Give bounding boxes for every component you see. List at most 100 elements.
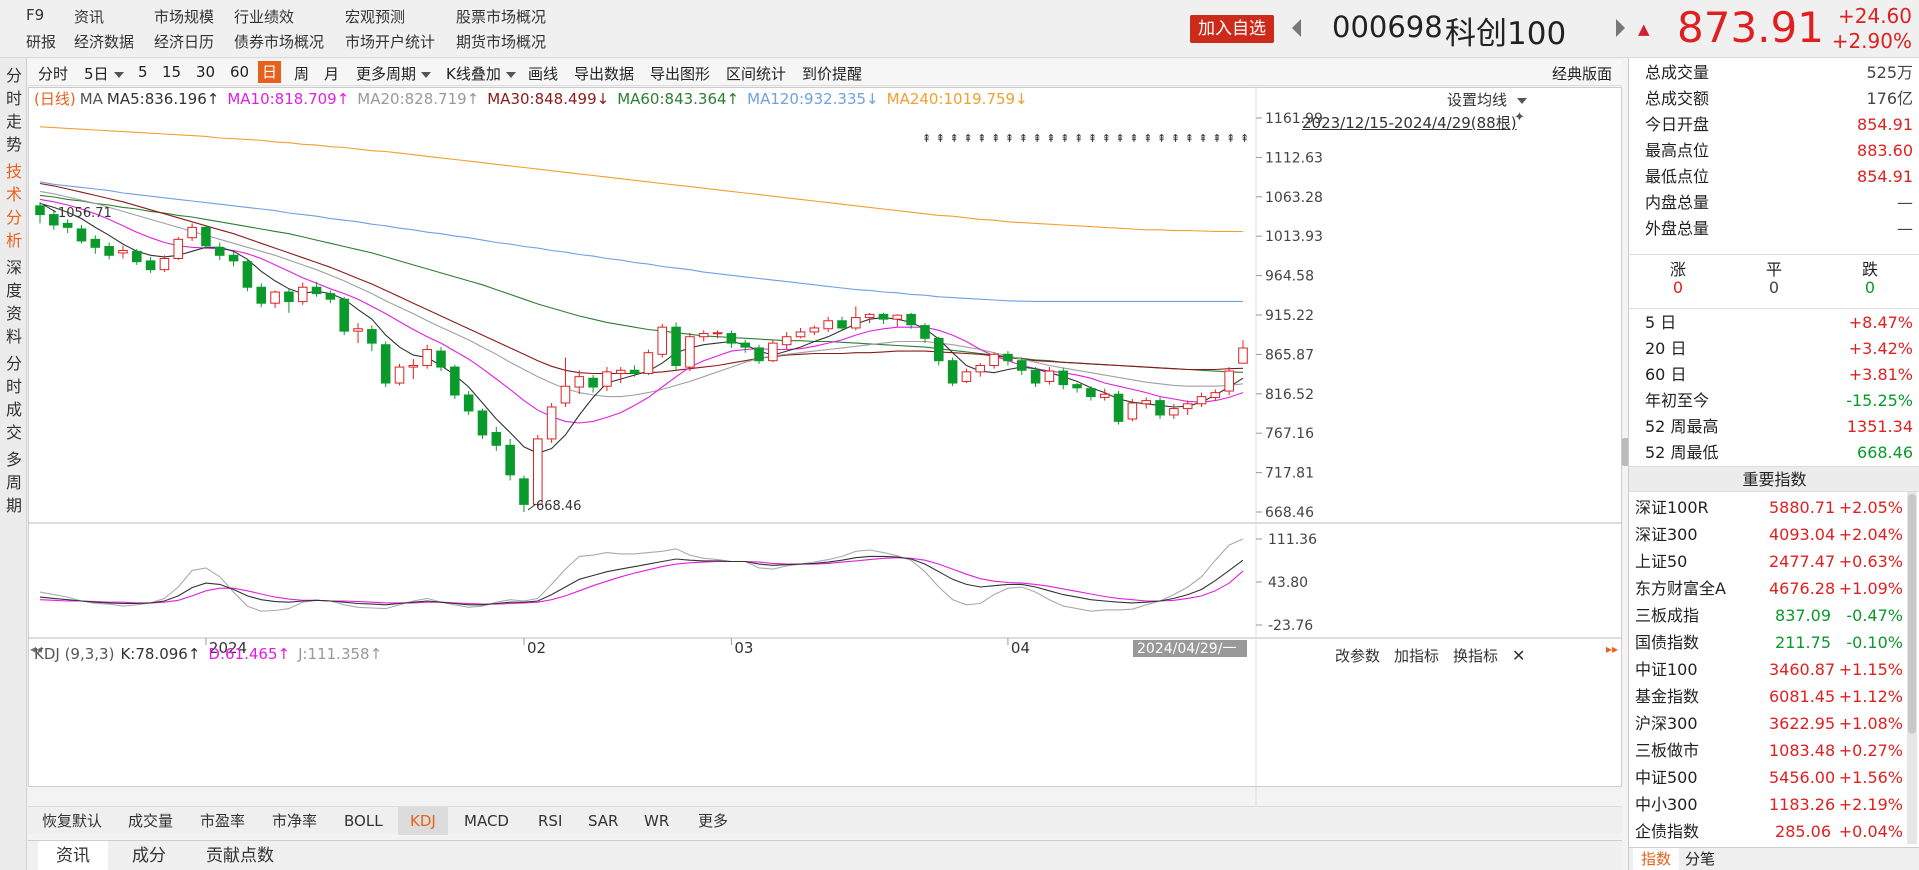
- vtab-deep-data[interactable]: 深度资料: [4, 256, 24, 348]
- tb-5day[interactable]: 5日: [84, 63, 124, 84]
- index-row[interactable]: 三板做市 1083.48 +0.27%: [1635, 737, 1903, 764]
- menu-item-f9[interactable]: F9: [26, 6, 44, 24]
- ind-sar[interactable]: SAR: [588, 807, 618, 835]
- tab-contribution[interactable]: 贡献点数: [188, 841, 292, 870]
- edit-params-button[interactable]: 改参数: [1335, 647, 1380, 665]
- candle: [947, 357, 958, 387]
- tb-intraday[interactable]: 分时: [38, 63, 68, 84]
- tb-monthly[interactable]: 月: [324, 63, 339, 84]
- perf-label: 5 日: [1645, 313, 1677, 332]
- index-row[interactable]: 中证500 5456.00 +1.56%: [1635, 764, 1903, 791]
- perf-label: 60 日: [1645, 365, 1687, 384]
- ma-settings-dropdown[interactable]: 设置均线: [1447, 89, 1528, 110]
- menu-item-econ-data[interactable]: 经济数据: [74, 31, 134, 52]
- tb-range-stats[interactable]: 区间统计: [726, 63, 786, 84]
- tb-export-image[interactable]: 导出图形: [650, 63, 710, 84]
- index-row[interactable]: 基金指数 6081.45 +1.12%: [1635, 683, 1903, 710]
- tab-news[interactable]: 资讯: [38, 841, 108, 870]
- ind-boll[interactable]: BOLL: [344, 807, 383, 835]
- menu-item-account-stats[interactable]: 市场开户统计: [345, 31, 435, 52]
- ind-kdj[interactable]: KDJ: [398, 807, 448, 835]
- tb-daily[interactable]: 日: [258, 61, 282, 83]
- price-tick-label: 1112.63: [1265, 150, 1323, 166]
- index-row[interactable]: 三板成指 837.09 -0.47%: [1635, 602, 1903, 629]
- price-tick-label: 816.52: [1265, 387, 1314, 403]
- advance-label: 涨: [1669, 260, 1686, 279]
- menu-item-stock-market[interactable]: 股票市场概况: [456, 6, 546, 27]
- tb-export-data[interactable]: 导出数据: [574, 63, 634, 84]
- menu-item-market-scale[interactable]: 市场规模: [154, 6, 214, 27]
- menu-item-research[interactable]: 研报: [26, 31, 56, 52]
- quote-value: 854.91: [1857, 115, 1913, 134]
- vtab-intraday[interactable]: 分时走势: [4, 64, 24, 156]
- vtab-technical[interactable]: 技术分析: [4, 160, 24, 252]
- candle: [173, 236, 184, 261]
- candle-body: [145, 260, 156, 271]
- candle-body: [35, 205, 45, 216]
- menu-item-industry-perf[interactable]: 行业绩效: [234, 6, 294, 27]
- ma-period-label: (日线): [34, 90, 76, 108]
- tb-draw-line[interactable]: 画线: [528, 63, 558, 84]
- candle-body: [214, 246, 225, 256]
- ma60-line: [39, 194, 1244, 373]
- close-icon[interactable]: ✕: [1512, 646, 1525, 665]
- ind-pe[interactable]: 市盈率: [200, 807, 245, 835]
- scrollbar-thumb[interactable]: [1908, 494, 1916, 734]
- menu-item-econ-calendar[interactable]: 经济日历: [154, 31, 214, 52]
- ma10-line: [39, 198, 1244, 424]
- add-indicator-button[interactable]: 加指标: [1394, 647, 1439, 665]
- tb-5min[interactable]: 5: [138, 63, 148, 81]
- perf-value: +3.81%: [1848, 365, 1913, 384]
- menu-item-macro[interactable]: 宏观预测: [345, 6, 405, 27]
- ind-rsi[interactable]: RSI: [538, 807, 562, 835]
- index-name: 三板做市: [1635, 741, 1700, 760]
- tb-classic-layout[interactable]: 经典版面: [1552, 63, 1612, 84]
- bottom-tabs: 资讯 成分 贡献点数: [28, 840, 1622, 870]
- ind-more[interactable]: 更多: [698, 807, 728, 835]
- tab-ticks[interactable]: 分笔: [1677, 848, 1723, 870]
- pin-icon[interactable]: ▲: [1638, 20, 1650, 38]
- index-row[interactable]: 企债指数 285.06 +0.04%: [1635, 818, 1903, 845]
- index-row[interactable]: 深证300 4093.04 +2.04%: [1635, 521, 1903, 548]
- menu-item-bond-market[interactable]: 债券市场概况: [234, 31, 324, 52]
- tb-15min[interactable]: 15: [162, 63, 181, 81]
- tb-weekly[interactable]: 周: [294, 63, 309, 84]
- date-range-label[interactable]: 2023/12/15-2024/4/29(88根): [1302, 112, 1517, 133]
- ind-pb[interactable]: 市净率: [272, 807, 317, 835]
- prev-stock-icon[interactable]: [1292, 19, 1301, 37]
- ind-macd[interactable]: MACD: [464, 807, 509, 835]
- index-row[interactable]: 东方财富全A 4676.28 +1.09%: [1635, 575, 1903, 602]
- vtab-intraday-trades[interactable]: 分时成交: [4, 352, 24, 444]
- ma240-value: MA240:1019.759↓: [886, 90, 1028, 108]
- tb-30min[interactable]: 30: [196, 63, 215, 81]
- index-row[interactable]: 中小300 1183.26 +2.19%: [1635, 791, 1903, 818]
- tb-price-alert[interactable]: 到价提醒: [802, 63, 862, 84]
- tb-kline-overlay[interactable]: K线叠加: [446, 63, 516, 84]
- index-row[interactable]: 中证100 3460.87 +1.15%: [1635, 656, 1903, 683]
- low-marker-label: 668.46: [536, 499, 582, 514]
- ind-volume[interactable]: 成交量: [128, 807, 173, 835]
- kdj-j-line: [39, 538, 1244, 612]
- ind-wr[interactable]: WR: [644, 807, 669, 835]
- index-row[interactable]: 深证100R 5880.71 +2.05%: [1635, 494, 1903, 521]
- switch-indicator-button[interactable]: 换指标: [1453, 647, 1498, 665]
- index-price: 837.09: [1775, 606, 1831, 625]
- menu-item-news[interactable]: 资讯: [74, 6, 104, 27]
- next-stock-icon[interactable]: [1616, 19, 1625, 37]
- pin-icon[interactable]: ✦: [1514, 110, 1525, 125]
- tab-constituents[interactable]: 成分: [114, 841, 184, 870]
- candle-body: [49, 214, 59, 226]
- index-row[interactable]: 上证50 2477.47 +0.63%: [1635, 548, 1903, 575]
- tab-index[interactable]: 指数: [1633, 848, 1680, 870]
- tb-60min[interactable]: 60: [230, 63, 249, 81]
- tb-more-periods[interactable]: 更多周期: [356, 63, 432, 84]
- vtab-multi-period[interactable]: 多周期: [4, 448, 24, 517]
- menu-item-futures-market[interactable]: 期货市场概况: [456, 31, 546, 52]
- ind-restore-default[interactable]: 恢复默认: [42, 807, 102, 835]
- candle: [187, 223, 197, 241]
- chart-canvas[interactable]: 1161.991112.631063.281013.93964.58915.22…: [28, 87, 1622, 806]
- index-row[interactable]: 沪深300 3622.95 +1.08%: [1635, 710, 1903, 737]
- add-to-watchlist-button[interactable]: 加入自选: [1190, 15, 1274, 43]
- index-name: 企债指数: [1635, 822, 1700, 841]
- index-row[interactable]: 国债指数 211.75 -0.10%: [1635, 629, 1903, 656]
